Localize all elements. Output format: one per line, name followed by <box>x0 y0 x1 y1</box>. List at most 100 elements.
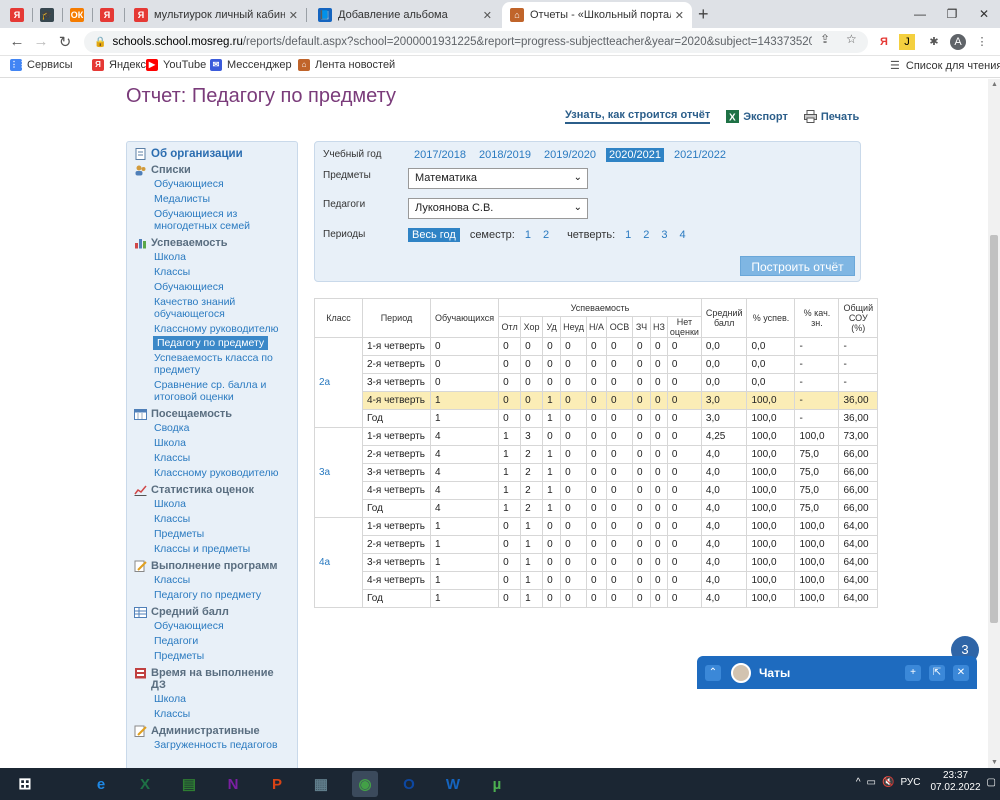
subject-select[interactable]: Математика ⌄ <box>408 168 588 189</box>
tray-expand-icon[interactable]: ^ <box>856 777 861 788</box>
close-window-icon[interactable]: ✕ <box>968 0 1000 28</box>
class-cell[interactable]: 3а <box>314 427 363 518</box>
maximize-icon[interactable]: ❐ <box>936 0 968 28</box>
sidebar-item[interactable]: Классы <box>154 572 294 587</box>
quarter-option[interactable]: 1 <box>625 229 631 241</box>
add-chat-icon[interactable]: + <box>905 664 921 681</box>
bookmark-item[interactable]: ⋮⋮ Сервисы <box>10 59 73 71</box>
learn-how-link[interactable]: Узнать, как строится отчёт <box>565 109 711 124</box>
yandex-ext-icon[interactable]: Я <box>876 34 892 50</box>
year-option[interactable]: 2019/2020 <box>541 148 599 162</box>
sidebar-section-title[interactable]: Списки <box>134 164 297 176</box>
extensions-icon[interactable]: ✱ <box>926 34 942 50</box>
reload-icon[interactable]: ↻ <box>56 33 74 51</box>
sidebar-item[interactable]: Школа <box>154 496 294 511</box>
quarter-option[interactable]: 2 <box>643 229 649 241</box>
close-tab-icon[interactable]: ✕ <box>675 9 684 22</box>
sidebar-item[interactable]: Школа <box>154 691 294 706</box>
new-tab-button[interactable]: + <box>698 4 709 25</box>
sidebar-item[interactable]: Обучающиеся <box>154 618 294 633</box>
sidebar-item[interactable]: Классы <box>154 706 294 721</box>
sidebar-section-title[interactable]: Посещаемость <box>134 408 297 420</box>
sidebar-item[interactable]: Педагогу по предмету <box>154 587 294 602</box>
year-option[interactable]: 2020/2021 <box>606 148 664 162</box>
volume-muted-icon[interactable]: 🔇 <box>882 777 894 788</box>
bookmark-item[interactable]: ✉ Мессенджер <box>210 59 292 71</box>
scroll-down-icon[interactable]: ▼ <box>991 759 998 766</box>
export-link[interactable]: Экспорт <box>743 111 788 123</box>
bookmark-item[interactable]: Я Яндекс <box>92 59 146 71</box>
scroll-up-icon[interactable]: ▲ <box>991 81 998 88</box>
network-icon[interactable]: ▭ <box>867 777 876 788</box>
minimize-icon[interactable]: — <box>904 0 936 28</box>
excel-icon[interactable]: X <box>132 771 158 797</box>
sidebar-item[interactable]: Сравнение ср. балла и итоговой оценки <box>154 377 294 404</box>
semester-option[interactable]: 2 <box>543 229 549 241</box>
sidebar-item[interactable]: Классы <box>154 511 294 526</box>
year-option[interactable]: 2018/2019 <box>476 148 534 162</box>
sidebar-item[interactable]: Классы и предметы <box>154 541 294 556</box>
browser-tab[interactable]: Я <box>92 2 124 28</box>
build-report-button[interactable]: Построить отчёт <box>740 256 855 276</box>
quarter-option[interactable]: 4 <box>680 229 686 241</box>
windows-start-icon[interactable]: ⊞ <box>12 771 38 797</box>
bookmark-star-icon[interactable]: ☆ <box>846 32 857 46</box>
sidebar-item[interactable]: Классному руководителю <box>154 465 294 480</box>
sidebar-section-title[interactable]: Успеваемость <box>134 237 297 249</box>
sidebar-item[interactable]: Школа <box>154 435 294 450</box>
profile-avatar[interactable]: A <box>950 34 966 50</box>
browser-tab[interactable]: Ямультиурок личный кабинет вх ✕ <box>126 2 306 28</box>
sidebar-item[interactable]: Качество знаний обучающегося <box>154 294 294 321</box>
notifications-icon[interactable]: ▢ <box>987 777 996 788</box>
sidebar-item[interactable]: Предметы <box>154 648 294 663</box>
browser-tab[interactable]: ОК <box>62 2 92 28</box>
sidebar-item[interactable]: Педагогу по предмету <box>153 336 269 350</box>
teacher-select[interactable]: Лукоянова С.В. ⌄ <box>408 198 588 219</box>
close-tab-icon[interactable]: ✕ <box>483 9 492 22</box>
sidebar-item[interactable]: Классы <box>154 450 294 465</box>
outlook-icon[interactable]: O <box>396 771 422 797</box>
popout-icon[interactable]: ⇱ <box>929 664 945 681</box>
sidebar-item[interactable]: Обучающиеся из многодетных семей <box>154 206 294 233</box>
chrome-icon[interactable]: ◉ <box>352 771 378 797</box>
class-cell[interactable]: 2а <box>314 337 363 428</box>
close-tab-icon[interactable]: ✕ <box>289 9 298 22</box>
semester-option[interactable]: 1 <box>525 229 531 241</box>
sidebar-item[interactable]: Школа <box>154 249 294 264</box>
bookmark-item[interactable]: ▶ YouTube <box>146 59 206 71</box>
sidebar-item[interactable]: Педагоги <box>154 633 294 648</box>
reading-list[interactable]: ☰ Список для чтения <box>890 59 1000 73</box>
sidebar-section-title[interactable]: Статистика оценок <box>134 484 297 496</box>
close-chat-icon[interactable]: ✕ <box>953 664 969 681</box>
back-icon[interactable]: ← <box>8 33 26 50</box>
calculator-icon[interactable]: ▦ <box>308 771 334 797</box>
bookmark-item[interactable]: ⌂ Лента новостей <box>298 59 395 71</box>
sidebar-item[interactable]: Сводка <box>154 420 294 435</box>
sidebar-item[interactable]: Успеваемость класса по предмету <box>154 350 294 377</box>
scroll-thumb[interactable] <box>990 235 998 623</box>
page-scrollbar[interactable]: ▲ ▼ <box>988 79 1000 768</box>
sidebar-org[interactable]: Об организации <box>134 148 297 160</box>
onenote-icon[interactable]: N <box>220 771 246 797</box>
clock[interactable]: 23:37 07.02.2022 <box>930 770 980 794</box>
sidebar-item[interactable]: Классы <box>154 264 294 279</box>
sidebar-item[interactable]: Загруженность педагогов <box>154 737 294 752</box>
language-indicator[interactable]: РУС <box>900 777 920 788</box>
period-whole-year[interactable]: Весь год <box>408 228 460 242</box>
forward-icon[interactable]: → <box>32 33 50 50</box>
browser-tab[interactable]: 📘 Добавление альбома ✕ <box>310 2 500 28</box>
chats-widget[interactable]: ⌃ Чаты + ⇱ ✕ <box>697 656 977 689</box>
powerpoint-icon[interactable]: P <box>264 771 290 797</box>
sidebar-section-title[interactable]: Время на выполнение ДЗ <box>134 667 297 691</box>
browser-tab[interactable]: 🎓 <box>32 2 62 28</box>
sidebar-item[interactable]: Обучающиеся <box>154 176 294 191</box>
quarter-option[interactable]: 3 <box>661 229 667 241</box>
year-option[interactable]: 2021/2022 <box>671 148 729 162</box>
sidebar-section-title[interactable]: Выполнение программ <box>134 560 297 572</box>
sidebar-section-title[interactable]: Административные <box>134 725 297 737</box>
word-icon[interactable]: W <box>440 771 466 797</box>
print-link[interactable]: Печать <box>821 111 859 123</box>
year-option[interactable]: 2017/2018 <box>411 148 469 162</box>
sidebar-section-title[interactable]: Средний балл <box>134 606 297 618</box>
url-input[interactable]: 🔒 schools.school.mosreg.ru/reports/defau… <box>84 31 868 53</box>
